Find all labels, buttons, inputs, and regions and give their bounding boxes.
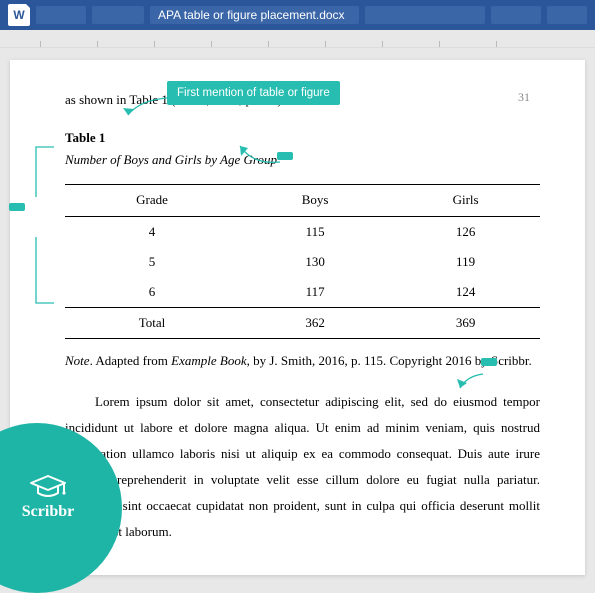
title-tab-group: APA table or figure placement.docx <box>36 6 587 24</box>
table-row: 4 115 126 <box>65 216 540 247</box>
table-row: 5 130 119 <box>65 247 540 277</box>
annotation-blank-before <box>277 152 293 160</box>
col-header: Girls <box>391 185 540 216</box>
col-header: Grade <box>65 185 239 216</box>
annotation-first-mention: First mention of table or figure <box>167 81 340 105</box>
body-paragraph: Lorem ipsum dolor sit amet, consectetur … <box>65 389 540 545</box>
table-label: Table 1 <box>65 128 540 148</box>
table-row: 6 117 124 <box>65 277 540 308</box>
ruler <box>0 30 595 48</box>
ribbon-tab[interactable] <box>365 6 485 24</box>
word-icon: W <box>8 4 30 26</box>
ribbon-tab[interactable] <box>92 6 144 24</box>
ribbon-tab[interactable] <box>491 6 541 24</box>
ribbon-tab[interactable] <box>547 6 587 24</box>
data-table: Grade Boys Girls 4 115 126 5 130 119 6 1… <box>65 184 540 339</box>
ribbon-tab[interactable] <box>36 6 86 24</box>
graduation-cap-icon <box>28 473 68 501</box>
table-title: Number of Boys and Girls by Age Group <box>65 150 540 170</box>
annotation-blank-after <box>481 358 497 366</box>
note-label: Note <box>65 353 90 368</box>
document-title: APA table or figure placement.docx <box>150 6 359 24</box>
col-header: Boys <box>239 185 391 216</box>
note-book-title: Example Book <box>171 353 246 368</box>
page-number: 31 <box>518 88 530 107</box>
annotation-align <box>9 203 25 211</box>
table-header-row: Grade Boys Girls <box>65 185 540 216</box>
brand-name: Scribbr <box>22 503 74 521</box>
title-bar: W APA table or figure placement.docx <box>0 0 595 30</box>
table-note: Note. Adapted from Example Book, by J. S… <box>65 351 540 371</box>
table-total-row: Total 362 369 <box>65 307 540 338</box>
